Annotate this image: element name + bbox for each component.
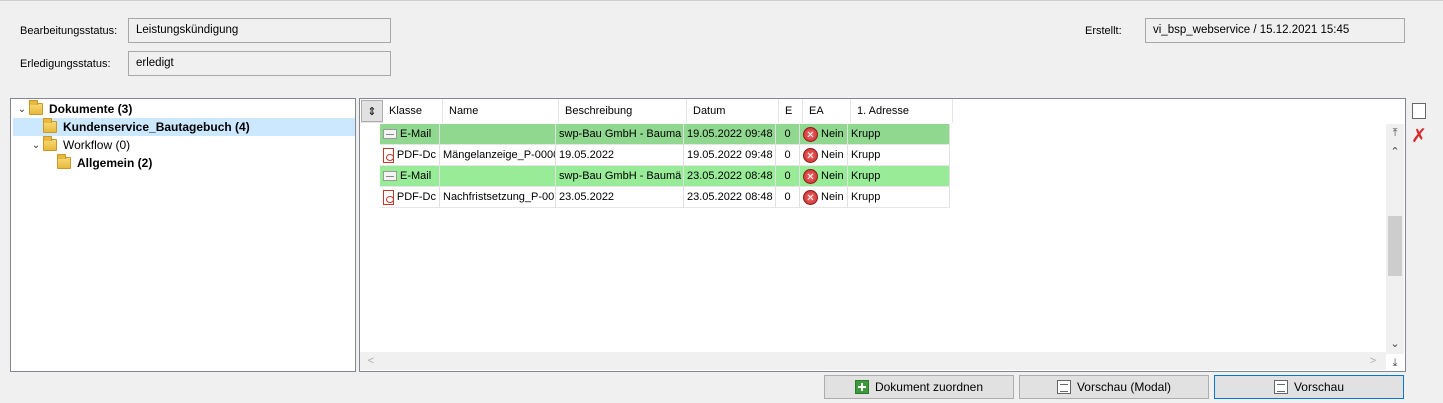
folder-icon — [57, 154, 71, 169]
preview-document-icon — [1273, 380, 1288, 394]
bearbeitungsstatus-field[interactable]: Leistungskündigung — [128, 18, 391, 43]
add-document-icon — [854, 380, 869, 394]
scroll-right-icon[interactable]: > — [1364, 352, 1382, 370]
email-icon — [383, 129, 397, 139]
chevron-down-icon[interactable]: ⌄ — [15, 104, 29, 115]
pdf-icon — [383, 147, 394, 163]
cell-adresse: Krupp — [848, 187, 950, 208]
cell-name — [440, 124, 556, 145]
col-adresse[interactable]: 1. Adresse — [851, 99, 953, 123]
cell-ea: ✕ Nein — [800, 124, 848, 145]
cell-ea: ✕ Nein — [800, 187, 848, 208]
pdf-icon — [383, 189, 394, 205]
col-e[interactable]: E — [779, 99, 803, 123]
erledigungsstatus-field[interactable]: erledigt — [128, 51, 391, 76]
cell-name — [440, 166, 556, 187]
cell-adresse: Krupp — [848, 124, 950, 145]
vorschau-button[interactable]: Vorschau — [1214, 375, 1404, 399]
tree-node-kundenservice[interactable]: Kundenservice_Bautagebuch (4) — [13, 118, 355, 136]
email-icon — [383, 171, 397, 181]
tree-node-label: Kundenservice_Bautagebuch (4) — [63, 120, 250, 134]
cell-e: 0 — [776, 145, 800, 166]
error-circle-icon: ✕ — [803, 189, 818, 205]
tree-node-allgemein[interactable]: Allgemein (2) — [57, 154, 152, 172]
tree-node-label: Allgemein (2) — [77, 156, 153, 170]
tree-node-dokumente[interactable]: ⌄ Dokumente (3) — [15, 100, 132, 118]
scroll-up-icon[interactable]: ⌃ — [1386, 142, 1404, 160]
table-row[interactable]: E-Mail swp-Bau GmbH - Bauma 19.05.2022 0… — [380, 124, 950, 145]
folder-icon — [43, 118, 57, 133]
dokument-zuordnen-button[interactable]: Dokument zuordnen — [824, 375, 1014, 399]
erstellt-label: Erstellt: — [1085, 25, 1122, 37]
cell-klasse: E-Mail — [380, 166, 440, 187]
erledigungsstatus-label: Erledigungsstatus: — [20, 58, 111, 70]
scroll-left-icon[interactable]: < — [362, 352, 380, 370]
col-datum[interactable]: Datum — [687, 99, 779, 123]
cell-klasse: PDF-Dc — [380, 187, 440, 208]
document-tree[interactable]: ⌄ Dokumente (3) Kundenservice_Bautagebuc… — [10, 98, 356, 372]
cell-beschreibung: swp-Bau GmbH - Bauma — [556, 124, 684, 145]
cell-adresse: Krupp — [848, 166, 950, 187]
cell-beschreibung: swp-Bau GmbH - Baumä — [556, 166, 684, 187]
table-row[interactable]: E-Mail swp-Bau GmbH - Baumä 23.05.2022 0… — [380, 166, 950, 187]
error-circle-icon: ✕ — [803, 126, 818, 142]
document-grid[interactable]: ⇕ Klasse Name Beschreibung Datum E EA 1.… — [359, 98, 1406, 372]
chevron-down-icon[interactable]: ⌄ — [29, 140, 43, 151]
sort-toggle-icon[interactable]: ⇕ — [361, 100, 383, 122]
tree-node-label: Workflow (0) — [63, 138, 131, 152]
cell-ea: ✕ Nein — [800, 166, 848, 187]
preview-window-icon — [1056, 380, 1071, 394]
error-circle-icon: ✕ — [803, 168, 818, 184]
bearbeitungsstatus-label: Bearbeitungsstatus: — [20, 25, 118, 37]
cell-datum: 19.05.2022 09:48 — [684, 145, 776, 166]
cell-ea: ✕ Nein — [800, 145, 848, 166]
top-separator — [0, 0, 1443, 3]
error-circle-icon: ✕ — [803, 147, 818, 163]
erstellt-field[interactable]: vi_bsp_webservice / 15.12.2021 15:45 — [1145, 18, 1405, 43]
cell-datum: 23.05.2022 08:48 — [684, 187, 776, 208]
cell-klasse: E-Mail — [380, 124, 440, 145]
scroll-top-icon[interactable]: ⤒ — [1386, 124, 1404, 142]
col-ea[interactable]: EA — [803, 99, 851, 123]
horizontal-scrollbar[interactable]: < > — [360, 352, 1386, 370]
cell-beschreibung: 23.05.2022 — [556, 187, 684, 208]
cell-name: Mängelanzeige_P-0000 — [440, 145, 556, 166]
folder-icon — [43, 136, 57, 151]
vorschau-modal-button[interactable]: Vorschau (Modal) — [1019, 375, 1209, 399]
table-row[interactable]: PDF-Dc Nachfristsetzung_P-00 23.05.2022 … — [380, 187, 950, 208]
cell-datum: 19.05.2022 09:48 — [684, 124, 776, 145]
grid-header: ⇕ Klasse Name Beschreibung Datum E EA 1.… — [360, 99, 953, 123]
col-name[interactable]: Name — [443, 99, 559, 123]
cell-datum: 23.05.2022 08:48 — [684, 166, 776, 187]
table-row[interactable]: PDF-Dc Mängelanzeige_P-0000 19.05.2022 1… — [380, 145, 950, 166]
scroll-down-icon[interactable]: ⌄ — [1386, 334, 1404, 352]
cell-adresse: Krupp — [848, 145, 950, 166]
delete-x-icon[interactable]: ✗ — [1411, 125, 1427, 148]
cell-e: 0 — [776, 166, 800, 187]
folder-icon — [29, 100, 43, 115]
cell-beschreibung: 19.05.2022 — [556, 145, 684, 166]
cell-name: Nachfristsetzung_P-00 — [440, 187, 556, 208]
cell-klasse: PDF-Dc — [380, 145, 440, 166]
tree-node-workflow[interactable]: ⌄ Workflow (0) — [29, 136, 130, 154]
document-list-icon[interactable] — [1412, 103, 1426, 119]
scroll-thumb[interactable] — [1388, 216, 1402, 276]
vertical-scrollbar[interactable]: ⤒ ⌃ ⌄ — [1386, 124, 1404, 354]
tree-node-label: Dokumente (3) — [49, 102, 133, 116]
scroll-bottom-icon[interactable]: ⤓ — [1386, 354, 1404, 372]
cell-e: 0 — [776, 124, 800, 145]
col-klasse[interactable]: Klasse — [383, 99, 443, 123]
cell-e: 0 — [776, 187, 800, 208]
col-beschreibung[interactable]: Beschreibung — [559, 99, 687, 123]
